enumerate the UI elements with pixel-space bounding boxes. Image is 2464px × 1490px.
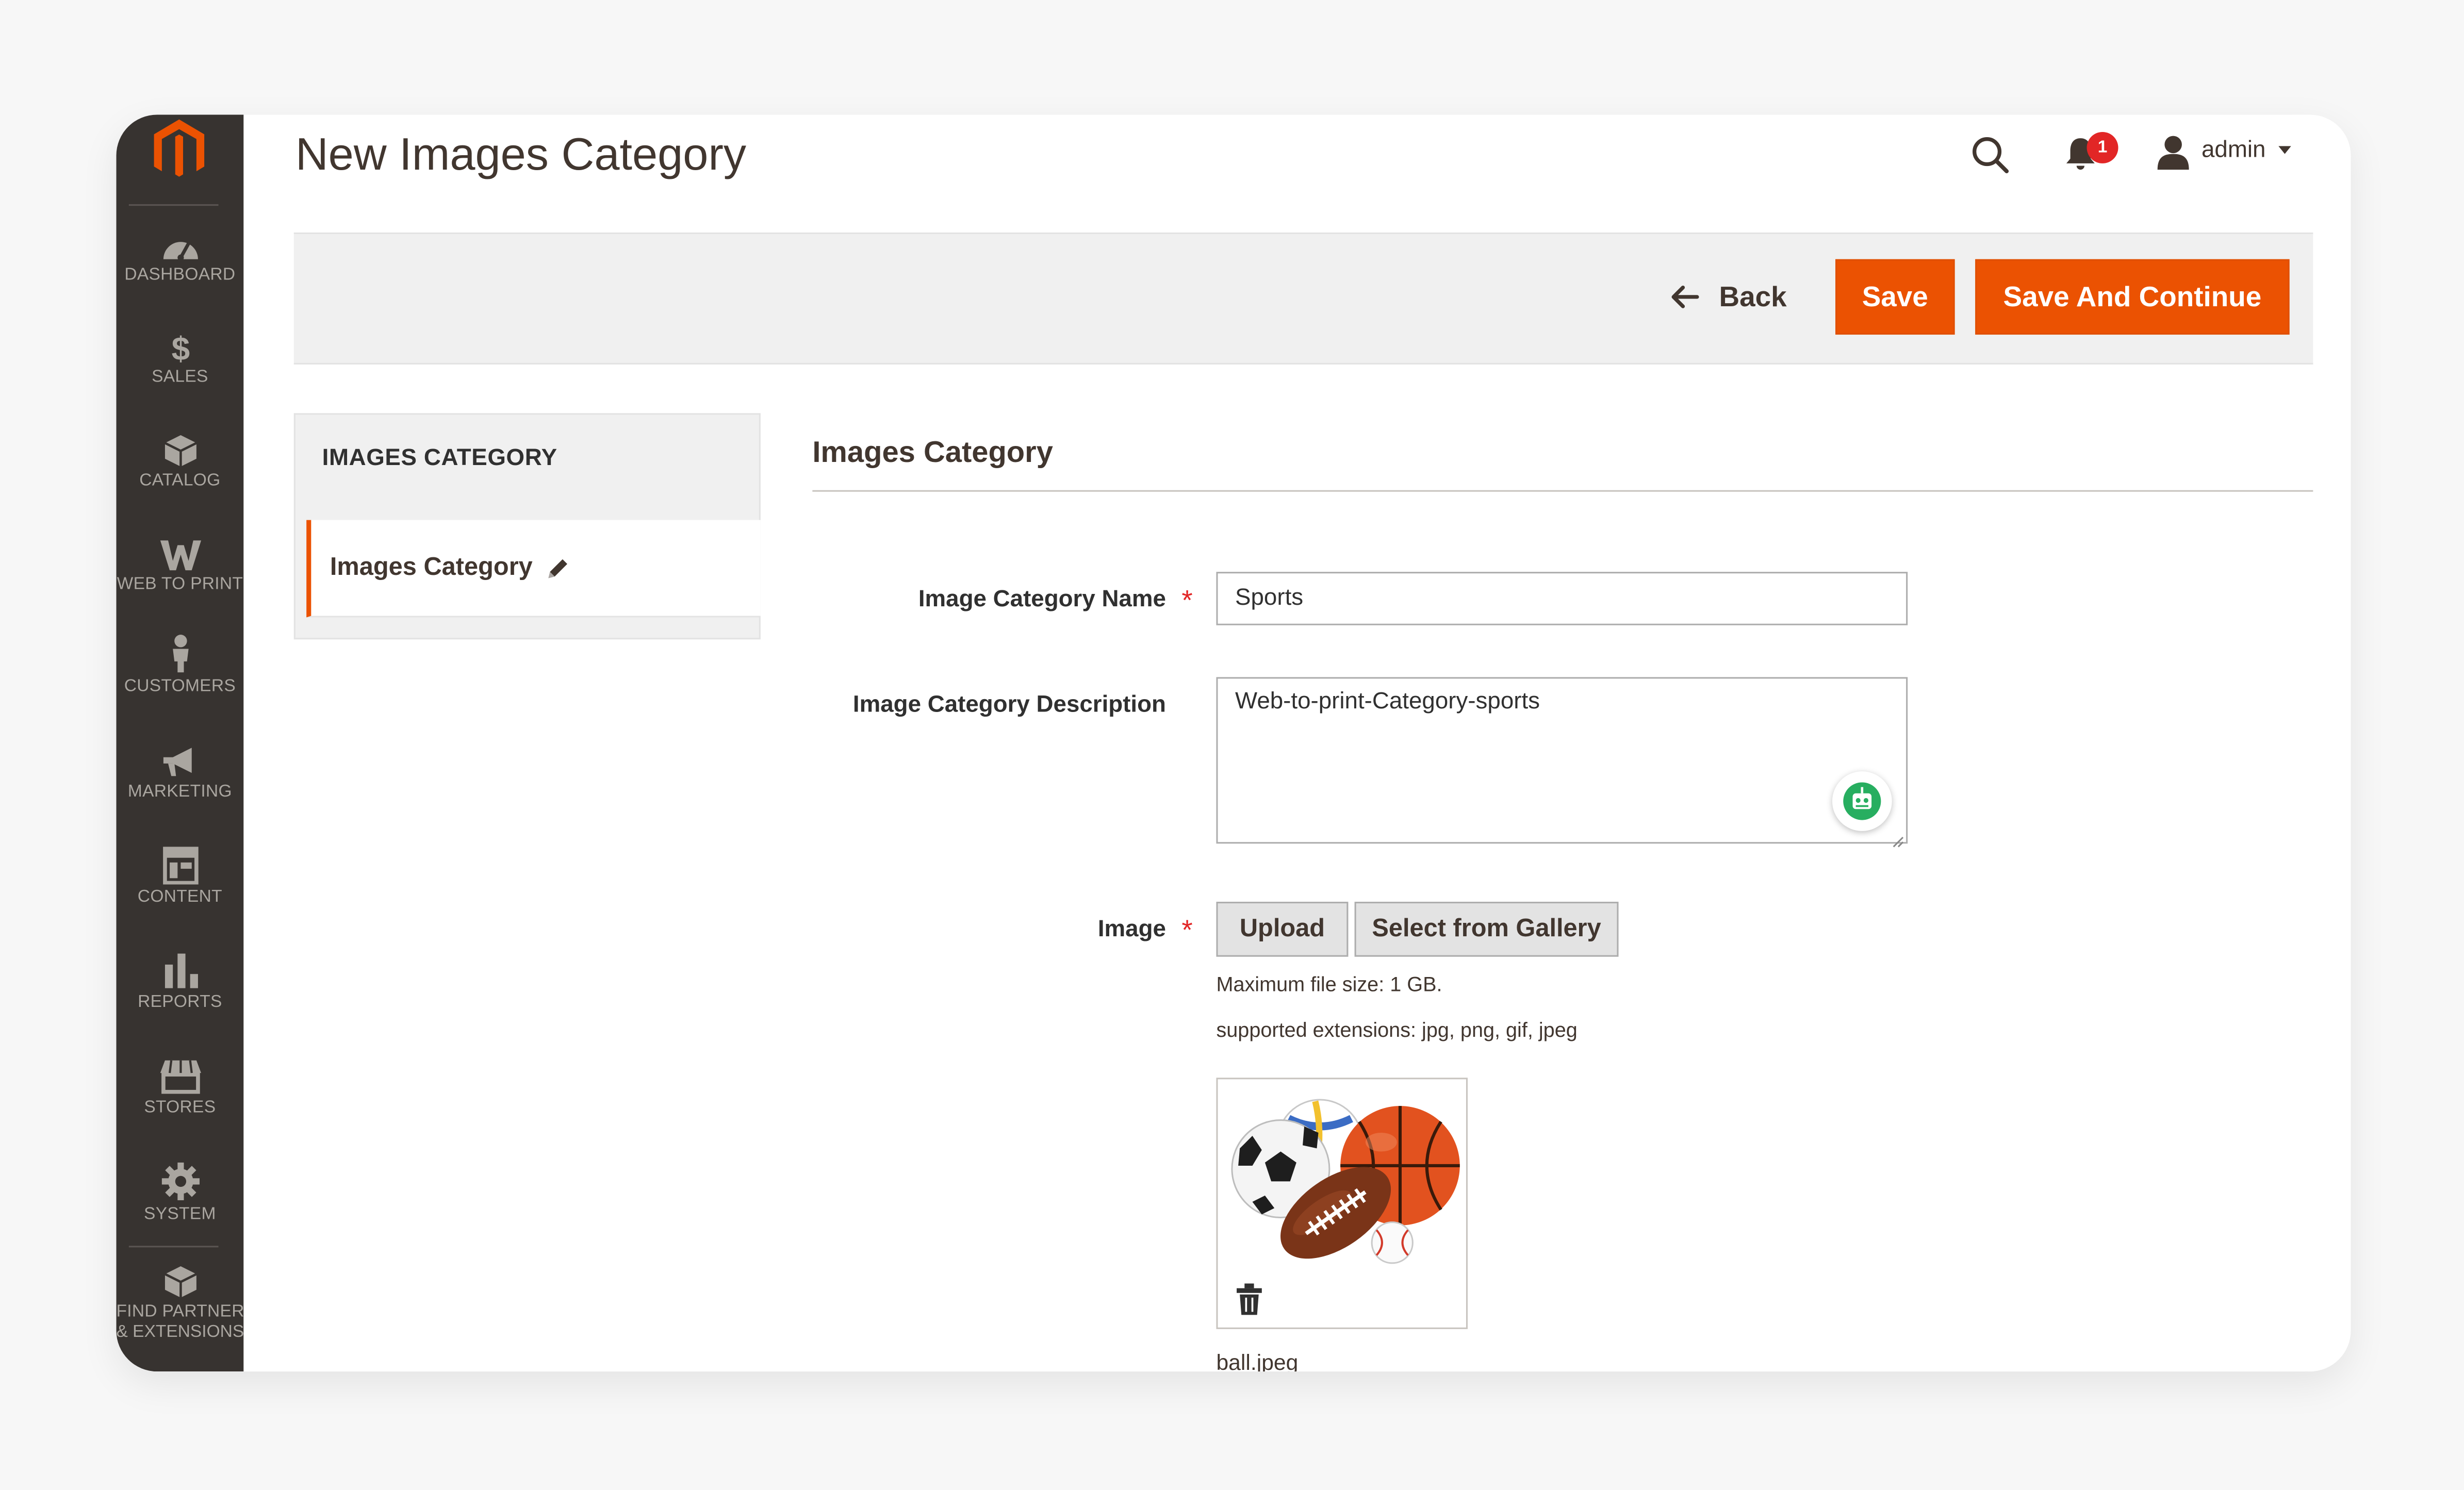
arrow-left-icon	[1671, 285, 1699, 308]
notification-badge: 1	[2087, 131, 2118, 163]
sidebar-item-label: STORES	[144, 1098, 216, 1117]
category-description-textarea[interactable]: Web-to-print-Category-sports	[1216, 677, 1908, 844]
w-logo-icon	[159, 540, 201, 571]
assistant-widget-icon[interactable]	[1832, 771, 1892, 831]
page-title: New Images Category	[295, 130, 747, 181]
magento-logo-icon[interactable]	[138, 114, 220, 203]
box-icon	[163, 435, 196, 467]
sidebar-item-stores[interactable]: STORES	[116, 1057, 243, 1155]
sidebar-divider	[128, 1246, 219, 1248]
sidebar-item-system[interactable]: SYSTEM	[116, 1161, 243, 1259]
extensions-note: supported extensions: jpg, png, gif, jpe…	[1216, 1018, 1578, 1042]
sidebar-item-label: CATALOG	[139, 471, 221, 490]
section-divider	[812, 490, 2313, 492]
max-size-note: Maximum file size: 1 GB.	[1216, 972, 1442, 996]
save-button[interactable]: Save	[1835, 259, 1955, 335]
description-label: Image Category Description	[852, 691, 1166, 718]
sidebar-item-customers[interactable]: CUSTOMERS	[116, 633, 243, 731]
chevron-down-icon[interactable]	[2278, 146, 2291, 154]
sidebar-item-dashboard[interactable]: DASHBOARD	[116, 231, 243, 328]
sidebar-item-label: REPORTS	[138, 992, 222, 1012]
sidebar: DASHBOARD $ SALES CATALOG WEB TO PRINT C…	[116, 114, 244, 1372]
gear-icon	[161, 1162, 199, 1200]
sidebar-item-sales[interactable]: $ SALES	[116, 330, 243, 427]
admin-window: DASHBOARD $ SALES CATALOG WEB TO PRINT C…	[116, 114, 2351, 1372]
tabs-title: IMAGES CATEGORY	[322, 444, 557, 472]
sidebar-item-label: MARKETING	[127, 782, 232, 802]
name-label: Image Category Name	[918, 586, 1166, 613]
back-button-label: Back	[1719, 280, 1787, 312]
sidebar-item-label: CONTENT	[137, 887, 222, 907]
layout-icon	[162, 847, 198, 885]
sidebar-item-reports[interactable]: REPORTS	[116, 952, 243, 1050]
sidebar-item-partners-extensions[interactable]: FIND PARTNERS & EXTENSIONS	[116, 1265, 243, 1371]
sidebar-item-label: WEB TO PRINT	[117, 575, 243, 594]
required-asterisk: *	[1181, 914, 1193, 946]
category-name-input[interactable]: Sports	[1216, 572, 1908, 625]
sidebar-item-label: FIND PARTNERS	[116, 1302, 244, 1321]
sidebar-divider	[128, 204, 219, 206]
tab-label[interactable]: Images Category	[330, 555, 533, 583]
sidebar-item-label: CUSTOMERS	[124, 677, 236, 696]
sidebar-item-label: & EXTENSIONS	[116, 1322, 244, 1342]
dashboard-icon	[162, 242, 198, 261]
sidebar-item-label: DASHBOARD	[124, 265, 236, 285]
sidebar-item-web-to-print[interactable]: WEB TO PRINT	[116, 537, 243, 635]
resize-handle-icon[interactable]	[1892, 828, 1904, 856]
pencil-icon	[545, 556, 570, 589]
search-icon[interactable]	[1970, 135, 2011, 184]
save-and-continue-button[interactable]: Save And Continue	[1975, 259, 2290, 335]
person-icon	[172, 635, 188, 673]
user-menu[interactable]: admin	[2202, 137, 2266, 163]
sidebar-item-label: SYSTEM	[144, 1205, 216, 1224]
store-icon	[159, 1060, 201, 1094]
sidebar-item-marketing[interactable]: MARKETING	[116, 744, 243, 842]
dollar-icon: $	[171, 330, 189, 365]
trash-icon[interactable]	[1235, 1282, 1263, 1324]
upload-button[interactable]: Upload	[1216, 902, 1349, 957]
select-from-gallery-button[interactable]: Select from Gallery	[1354, 902, 1619, 957]
box-icon	[163, 1266, 196, 1298]
megaphone-icon	[162, 748, 191, 776]
image-filename: ball.jpeg	[1216, 1349, 1299, 1372]
sidebar-item-content[interactable]: CONTENT	[116, 847, 243, 944]
bar-chart-icon	[164, 953, 198, 988]
sidebar-item-catalog[interactable]: CATALOG	[116, 434, 243, 531]
image-label: Image	[1097, 916, 1166, 943]
user-icon[interactable]	[2155, 134, 2192, 179]
svg-text:$: $	[171, 330, 189, 365]
sidebar-item-label: SALES	[152, 368, 208, 387]
section-title: Images Category	[812, 437, 1053, 470]
required-asterisk: *	[1181, 584, 1193, 616]
back-button[interactable]: Back	[1669, 273, 1787, 320]
